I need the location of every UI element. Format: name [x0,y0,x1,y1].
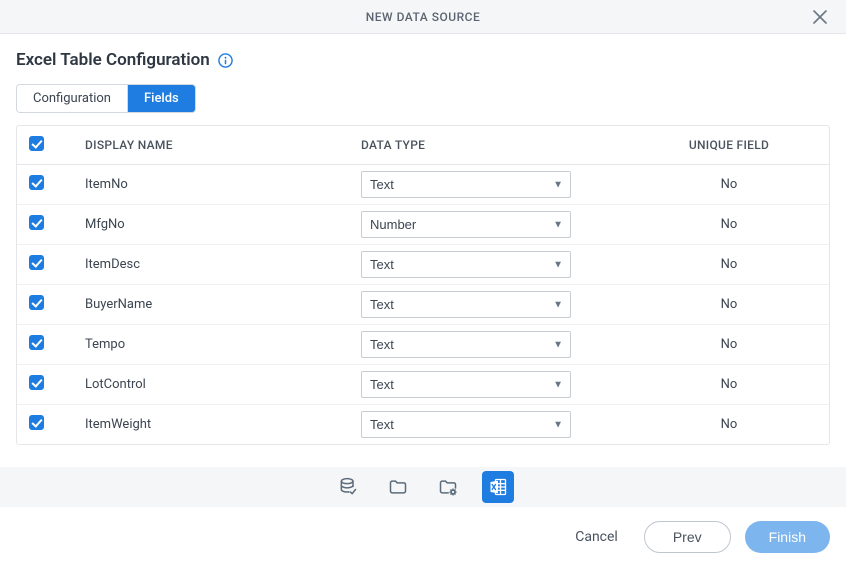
row-checkbox[interactable] [29,175,44,190]
tab-bar: ConfigurationFields [16,84,196,113]
display-name-cell: ItemDesc [73,245,349,285]
unique-field-cell: No [629,405,829,445]
table-row: MfgNoTextNumber▼No [17,205,829,245]
col-header-display-name: DISPLAY NAME [73,126,349,165]
table-row: ItemWeightTextNumber▼No [17,405,829,445]
stepper-bar [0,467,846,507]
row-checkbox[interactable] [29,415,44,430]
database-step-icon[interactable] [332,471,364,503]
unique-field-cell: No [629,365,829,405]
data-type-select[interactable]: TextNumber [361,211,571,238]
data-type-select[interactable]: TextNumber [361,171,571,198]
row-checkbox[interactable] [29,375,44,390]
excel-step-icon[interactable] [482,471,514,503]
close-button[interactable] [804,0,836,33]
select-all-checkbox[interactable] [29,136,44,151]
data-type-select[interactable]: TextNumber [361,371,571,398]
table-row: BuyerNameTextNumber▼No [17,285,829,325]
table-row: TempoTextNumber▼No [17,325,829,365]
tab-fields[interactable]: Fields [128,85,195,112]
prev-button[interactable]: Prev [644,521,731,553]
display-name-cell: ItemWeight [73,405,349,445]
info-icon[interactable] [218,53,233,68]
display-name-cell: MfgNo [73,205,349,245]
data-type-select[interactable]: TextNumber [361,291,571,318]
col-header-data-type: DATA TYPE [349,126,629,165]
fields-table: DISPLAY NAME DATA TYPE UNIQUE FIELD Item… [16,125,830,445]
display-name-cell: LotControl [73,365,349,405]
display-name-cell: ItemNo [73,165,349,205]
col-header-check [17,126,73,165]
folder-gear-step-icon[interactable] [432,471,464,503]
cancel-button[interactable]: Cancel [563,521,630,553]
folder-step-icon[interactable] [382,471,414,503]
tab-configuration[interactable]: Configuration [17,85,128,112]
finish-button[interactable]: Finish [745,521,830,553]
col-header-unique-field: UNIQUE FIELD [629,126,829,165]
page-title: Excel Table Configuration [16,50,210,70]
display-name-cell: Tempo [73,325,349,365]
unique-field-cell: No [629,165,829,205]
table-row: ItemNoTextNumber▼No [17,165,829,205]
data-type-select[interactable]: TextNumber [361,411,571,438]
row-checkbox[interactable] [29,215,44,230]
unique-field-cell: No [629,285,829,325]
data-type-select[interactable]: TextNumber [361,331,571,358]
row-checkbox[interactable] [29,255,44,270]
close-icon [813,10,827,24]
unique-field-cell: No [629,205,829,245]
display-name-cell: BuyerName [73,285,349,325]
modal-header: NEW DATA SOURCE [0,0,846,34]
unique-field-cell: No [629,245,829,285]
row-checkbox[interactable] [29,335,44,350]
modal-title: NEW DATA SOURCE [366,10,481,24]
data-type-select[interactable]: TextNumber [361,251,571,278]
table-row: LotControlTextNumber▼No [17,365,829,405]
row-checkbox[interactable] [29,295,44,310]
table-row: ItemDescTextNumber▼No [17,245,829,285]
footer: Cancel Prev Finish [0,507,846,567]
unique-field-cell: No [629,325,829,365]
